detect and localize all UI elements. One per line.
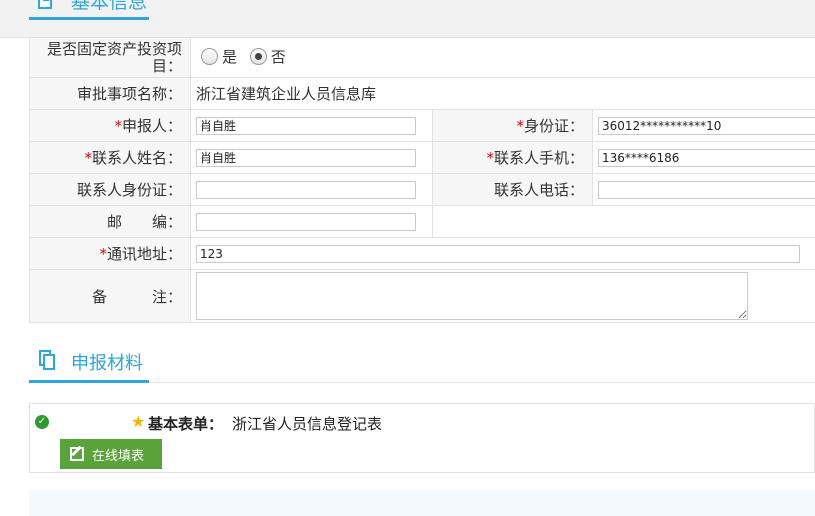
material-item-value: 浙江省人员信息登记表 <box>232 415 383 433</box>
online-fill-button[interactable]: 在线填表 <box>60 439 162 469</box>
applicant-input[interactable] <box>196 116 416 135</box>
contact-id-label: 联系人身份证： <box>29 173 191 206</box>
radio-no-selected[interactable] <box>249 48 267 65</box>
basic-info-form: 是否固定资产投资项 目： 是 否 审批事项名称： 浙江省建筑企业人员信息库 *申… <box>29 37 815 323</box>
contact-id-input[interactable] <box>196 180 416 199</box>
approval-item-value: 浙江省建筑企业人员信息库 <box>189 77 815 110</box>
bottom-panel <box>29 490 815 516</box>
materials-section-header: 申报材料 <box>29 340 815 383</box>
section-tab-basic-info: 基本信息 <box>29 0 149 20</box>
remark-label: 备 注： <box>29 269 191 323</box>
contact-mobile-input[interactable] <box>598 148 815 167</box>
contact-phone-label: 联系人电话： <box>432 173 593 206</box>
address-label: *通讯地址： <box>29 237 191 270</box>
section-title-basic-info: 基本信息 <box>71 0 148 13</box>
fixed-asset-options: 是 否 <box>189 37 815 78</box>
section-title-materials: 申报材料 <box>71 353 143 374</box>
postcode-input[interactable] <box>196 212 416 231</box>
fixed-asset-option-no[interactable]: 否 <box>249 46 286 67</box>
edit-icon <box>70 447 84 461</box>
contact-name-label: *联系人姓名： <box>29 141 191 174</box>
material-item-label: 基本表单： <box>148 415 224 433</box>
id-card-input[interactable] <box>598 116 815 135</box>
section-tab-materials: 申报材料 <box>29 340 149 383</box>
remark-textarea[interactable] <box>196 272 748 320</box>
fixed-asset-label: 是否固定资产投资项 目： <box>29 37 191 78</box>
top-section-band: 基本信息 <box>0 0 815 38</box>
id-card-label: *身份证： <box>432 109 593 142</box>
document-icon <box>38 0 52 9</box>
contact-phone-input[interactable] <box>598 180 815 199</box>
address-input[interactable] <box>196 244 800 263</box>
material-item: ✓ ★ 基本表单： 浙江省人员信息登记表 在线填表 <box>29 403 815 473</box>
check-icon: ✓ <box>35 415 49 429</box>
files-icon <box>39 350 55 370</box>
postcode-label: 邮 编： <box>29 205 191 238</box>
star-icon: ★ <box>131 412 146 431</box>
contact-name-input[interactable] <box>196 148 416 167</box>
fixed-asset-option-yes[interactable]: 是 <box>201 46 237 67</box>
online-fill-button-label: 在线填表 <box>92 448 145 464</box>
radio-yes[interactable] <box>201 48 218 65</box>
contact-mobile-label: *联系人手机： <box>432 141 593 174</box>
approval-item-label: 审批事项名称： <box>29 77 191 110</box>
applicant-label: *申报人： <box>29 109 191 142</box>
